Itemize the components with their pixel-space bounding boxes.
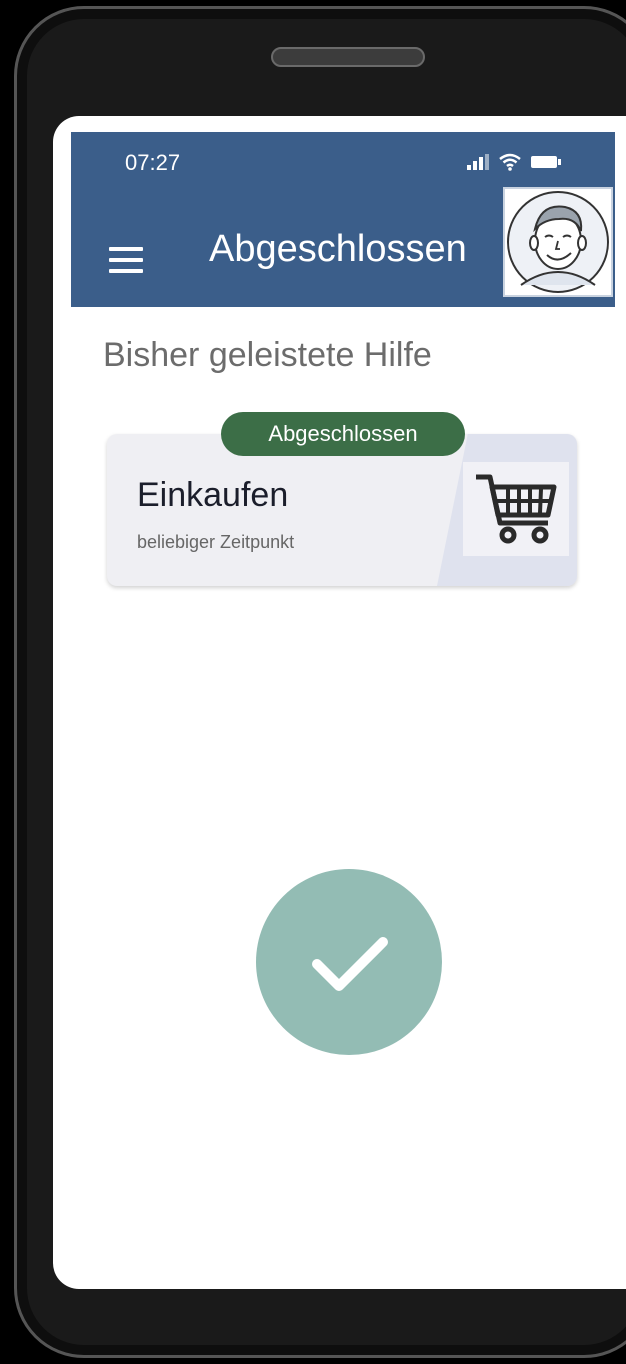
phone-frame: 07:27 Abgeschlossen Bisher geleistete Hi… bbox=[14, 6, 626, 1358]
confirm-check-button[interactable] bbox=[256, 869, 442, 1055]
shopping-cart-icon bbox=[476, 474, 557, 544]
status-time: 07:27 bbox=[125, 150, 181, 175]
phone-speaker bbox=[271, 47, 425, 67]
status-badge: Abgeschlossen bbox=[221, 412, 465, 456]
section-title: Bisher geleistete Hilfe bbox=[103, 336, 432, 374]
checkmark-icon bbox=[312, 937, 388, 991]
app-bar: 07:27 Abgeschlossen bbox=[71, 132, 615, 307]
wifi-icon bbox=[499, 153, 521, 171]
user-avatar[interactable] bbox=[503, 187, 613, 297]
status-icons bbox=[467, 152, 561, 172]
help-card[interactable]: Einkaufen beliebiger Zeitpunkt bbox=[107, 434, 577, 586]
avatar-illustration-icon bbox=[507, 191, 609, 293]
card-subtitle: beliebiger Zeitpunkt bbox=[137, 532, 295, 552]
menu-icon[interactable] bbox=[109, 247, 143, 273]
page-title: Abgeschlossen bbox=[209, 228, 467, 270]
battery-icon bbox=[531, 156, 561, 168]
app-screen: 07:27 Abgeschlossen Bisher geleistete Hi… bbox=[53, 116, 626, 1289]
card-title: Einkaufen bbox=[137, 476, 289, 514]
card-icon-box bbox=[463, 462, 569, 556]
signal-icon bbox=[467, 154, 489, 170]
